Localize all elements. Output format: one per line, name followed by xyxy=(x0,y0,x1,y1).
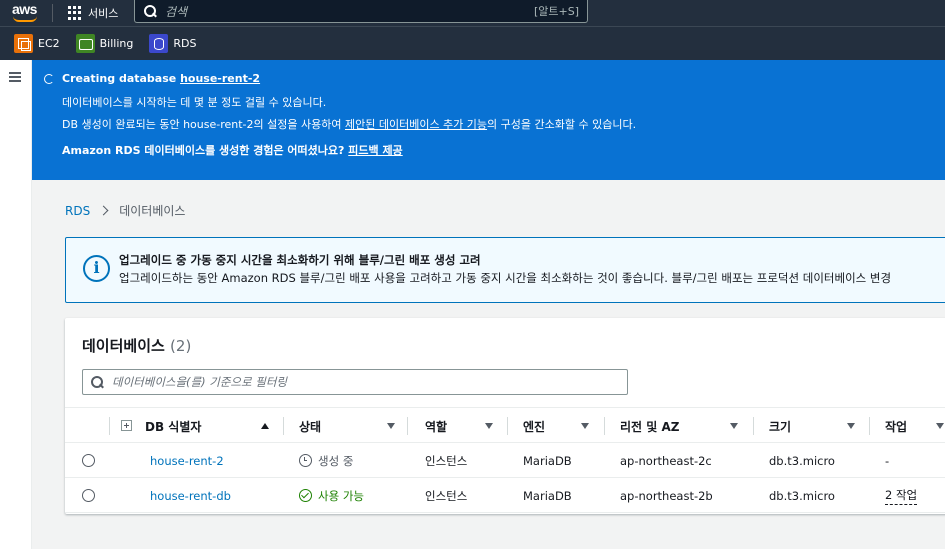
sort-caret-icon xyxy=(847,423,855,429)
row-select-radio[interactable] xyxy=(82,489,95,502)
breadcrumb: RDS 데이터베이스 xyxy=(65,202,185,219)
favorite-ec2[interactable]: EC2 xyxy=(14,34,60,53)
chevron-right-icon xyxy=(98,205,109,216)
flash-message-line: DB 생성이 완료되는 동안 house-rent-2의 설정을 사용하여 제안… xyxy=(62,118,637,131)
size-cell: db.t3.micro xyxy=(769,488,835,503)
search-icon xyxy=(143,4,157,18)
sort-caret-icon xyxy=(730,423,738,429)
favorites-bar: EC2 Billing RDS xyxy=(0,26,945,60)
table-row[interactable]: house-rent-db 사용 가능 인스턴스 MariaDB ap-nort… xyxy=(65,478,945,513)
region-cell: ap-northeast-2b xyxy=(620,488,713,503)
column-select xyxy=(65,408,110,444)
engine-cell: MariaDB xyxy=(523,488,572,503)
search-shortcut: [알트+S] xyxy=(533,5,579,18)
search-placeholder: 검색 xyxy=(165,4,188,19)
creating-database-flashbar: Creating database house-rent-2 데이터베이스를 시… xyxy=(32,60,945,180)
aws-smile-icon xyxy=(13,16,37,22)
suggested-addons-link[interactable]: 제안된 데이터베이스 추가 기능 xyxy=(345,118,487,131)
column-header-db-id[interactable]: DB 식별자 xyxy=(110,408,284,444)
billing-icon xyxy=(75,34,95,53)
databases-title: 데이터베이스 (2) xyxy=(82,337,192,355)
rds-icon xyxy=(149,34,169,53)
column-header-status[interactable]: 상태 xyxy=(284,408,408,444)
sort-caret-icon xyxy=(485,423,493,429)
status-cell: 생성 중 xyxy=(299,443,353,478)
info-body: 업그레이드하는 동안 Amazon RDS 블루/그린 배포 사용을 고려하고 … xyxy=(119,271,892,285)
actions-popover-link[interactable]: 2 작업 xyxy=(885,487,918,505)
breadcrumb-current: 데이터베이스 xyxy=(119,204,186,218)
sort-ascending-icon xyxy=(261,423,269,429)
info-icon: i xyxy=(83,255,110,282)
grid-menu-icon xyxy=(68,6,82,20)
row-select-radio[interactable] xyxy=(82,454,95,467)
column-header-actions[interactable]: 작업 xyxy=(870,408,945,444)
aws-logo[interactable]: aws xyxy=(12,1,42,23)
actions-cell: 2 작업 xyxy=(885,478,918,513)
sort-caret-icon xyxy=(936,423,944,429)
hamburger-menu-icon[interactable] xyxy=(9,72,21,82)
main-content: RDS 데이터베이스 i 업그레이드 중 가동 중지 시간을 최소화하기 위해 … xyxy=(33,180,945,549)
status-cell: 사용 가능 xyxy=(299,478,364,513)
services-label: 서비스 xyxy=(88,7,119,20)
side-navigation-rail xyxy=(0,60,32,549)
filter-placeholder: 데이터베이스을(를) 기준으로 필터링 xyxy=(112,375,287,389)
engine-cell: MariaDB xyxy=(523,453,572,468)
favorite-label: EC2 xyxy=(38,37,60,50)
aws-logo-text: aws xyxy=(12,1,37,17)
breadcrumb-rds-link[interactable]: RDS xyxy=(65,204,90,218)
favorite-rds[interactable]: RDS xyxy=(149,34,196,53)
column-header-engine[interactable]: 엔진 xyxy=(508,408,605,444)
db-id-link[interactable]: house-rent-2 xyxy=(150,443,224,478)
clock-pending-icon xyxy=(299,454,312,467)
databases-count: (2) xyxy=(170,337,192,355)
region-cell: ap-northeast-2c xyxy=(620,453,712,468)
services-menu-button[interactable]: 서비스 xyxy=(68,0,118,26)
top-navigation: aws 서비스 검색 [알트+S] xyxy=(0,0,945,26)
flash-message-line: 데이터베이스를 시작하는 데 몇 분 정도 걸릴 수 있습니다. xyxy=(62,96,327,109)
role-cell: 인스턴스 xyxy=(425,453,468,468)
check-circle-icon xyxy=(299,489,312,502)
db-id-link[interactable]: house-rent-db xyxy=(150,478,231,513)
spinner-icon xyxy=(44,74,54,84)
search-icon xyxy=(91,375,104,389)
table-header: DB 식별자 상태 역할 엔진 리전 및 AZ 크기 작업 xyxy=(65,407,945,443)
favorite-billing[interactable]: Billing xyxy=(75,34,134,53)
blue-green-info-alert: i 업그레이드 중 가동 중지 시간을 최소화하기 위해 블루/그린 배포 생성… xyxy=(65,237,945,303)
flash-db-link[interactable]: house-rent-2 xyxy=(180,72,260,85)
role-cell: 인스턴스 xyxy=(425,488,468,503)
flash-feedback-line: Amazon RDS 데이터베이스를 생성한 경험은 어떠셨나요? 피드백 제공 xyxy=(62,144,403,157)
column-header-region-az[interactable]: 리전 및 AZ xyxy=(605,408,754,444)
sort-caret-icon xyxy=(581,423,589,429)
favorite-label: Billing xyxy=(99,37,134,50)
feedback-link[interactable]: 피드백 제공 xyxy=(348,144,402,157)
column-header-role[interactable]: 역할 xyxy=(408,408,508,444)
size-cell: db.t3.micro xyxy=(769,453,835,468)
global-search-input[interactable]: 검색 [알트+S] xyxy=(134,0,588,23)
table-row[interactable]: house-rent-2 생성 중 인스턴스 MariaDB ap-northe… xyxy=(65,443,945,478)
filter-databases-input[interactable]: 데이터베이스을(를) 기준으로 필터링 xyxy=(82,369,628,395)
favorite-label: RDS xyxy=(173,37,197,50)
info-title: 업그레이드 중 가동 중지 시간을 최소화하기 위해 블루/그린 배포 생성 고… xyxy=(119,253,481,267)
flash-title: Creating database house-rent-2 xyxy=(62,72,261,85)
actions-cell: - xyxy=(885,453,890,468)
nav-divider xyxy=(52,4,53,22)
databases-table-panel: 데이터베이스 (2) 데이터베이스을(를) 기준으로 필터링 DB 식별자 상태… xyxy=(65,318,945,514)
sort-caret-icon xyxy=(387,423,395,429)
column-header-size[interactable]: 크기 xyxy=(754,408,870,444)
ec2-icon xyxy=(14,34,33,53)
